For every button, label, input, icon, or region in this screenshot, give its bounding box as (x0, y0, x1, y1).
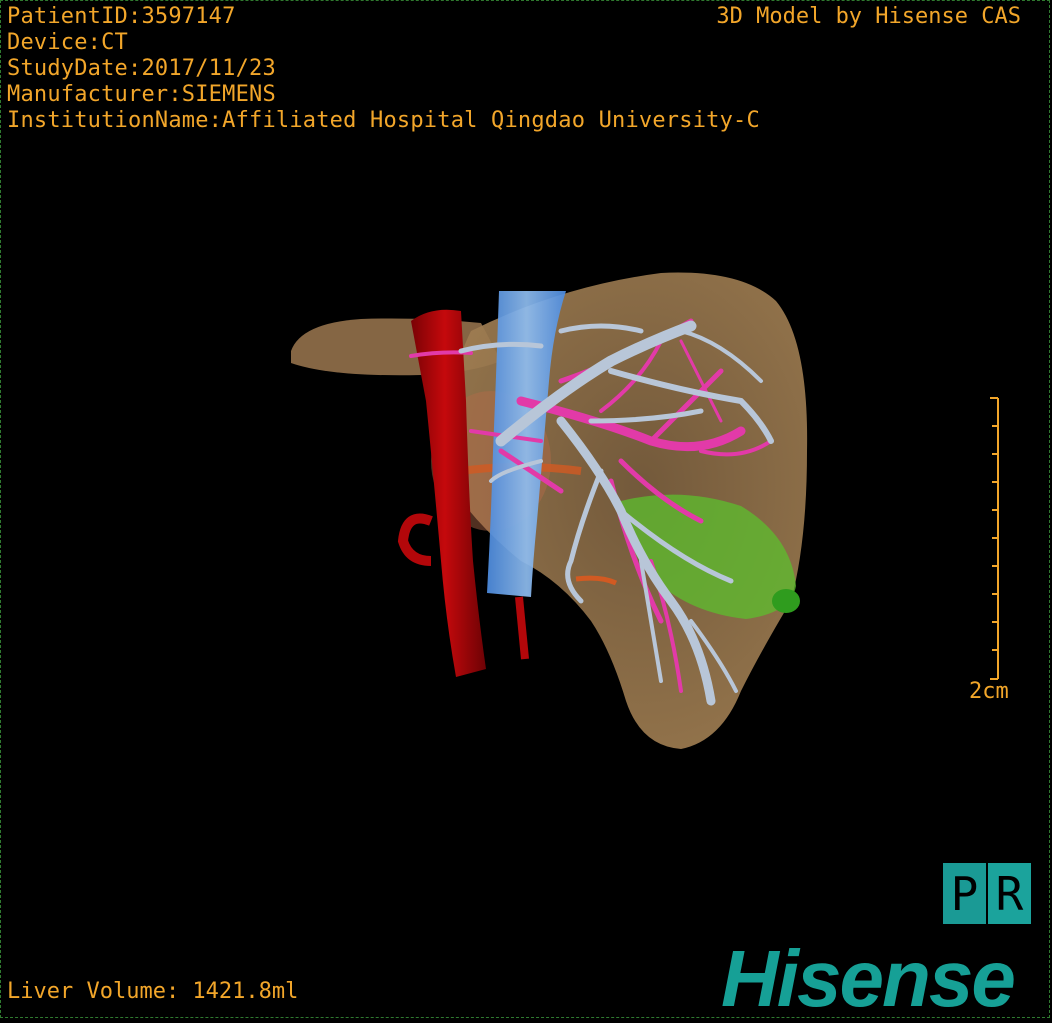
scale-label: 2cm (969, 679, 1009, 704)
view-mode-indicator[interactable]: P R (942, 863, 1032, 924)
view-mode-r[interactable]: R (988, 863, 1031, 924)
aorta-branch (397, 513, 433, 566)
hisense-logo: Hisense (721, 934, 1016, 1023)
liver-volume-text: Liver Volume: 1421.8ml (7, 979, 299, 1004)
view-mode-p[interactable]: P (943, 863, 986, 924)
scale-bar (990, 397, 999, 680)
3d-viewport[interactable]: PatientID:3597147 Device:CT StudyDate:20… (0, 0, 1051, 1023)
aorta-branch (515, 596, 529, 660)
liver-3d-model[interactable] (1, 1, 1051, 1019)
lesion-core (772, 589, 800, 613)
